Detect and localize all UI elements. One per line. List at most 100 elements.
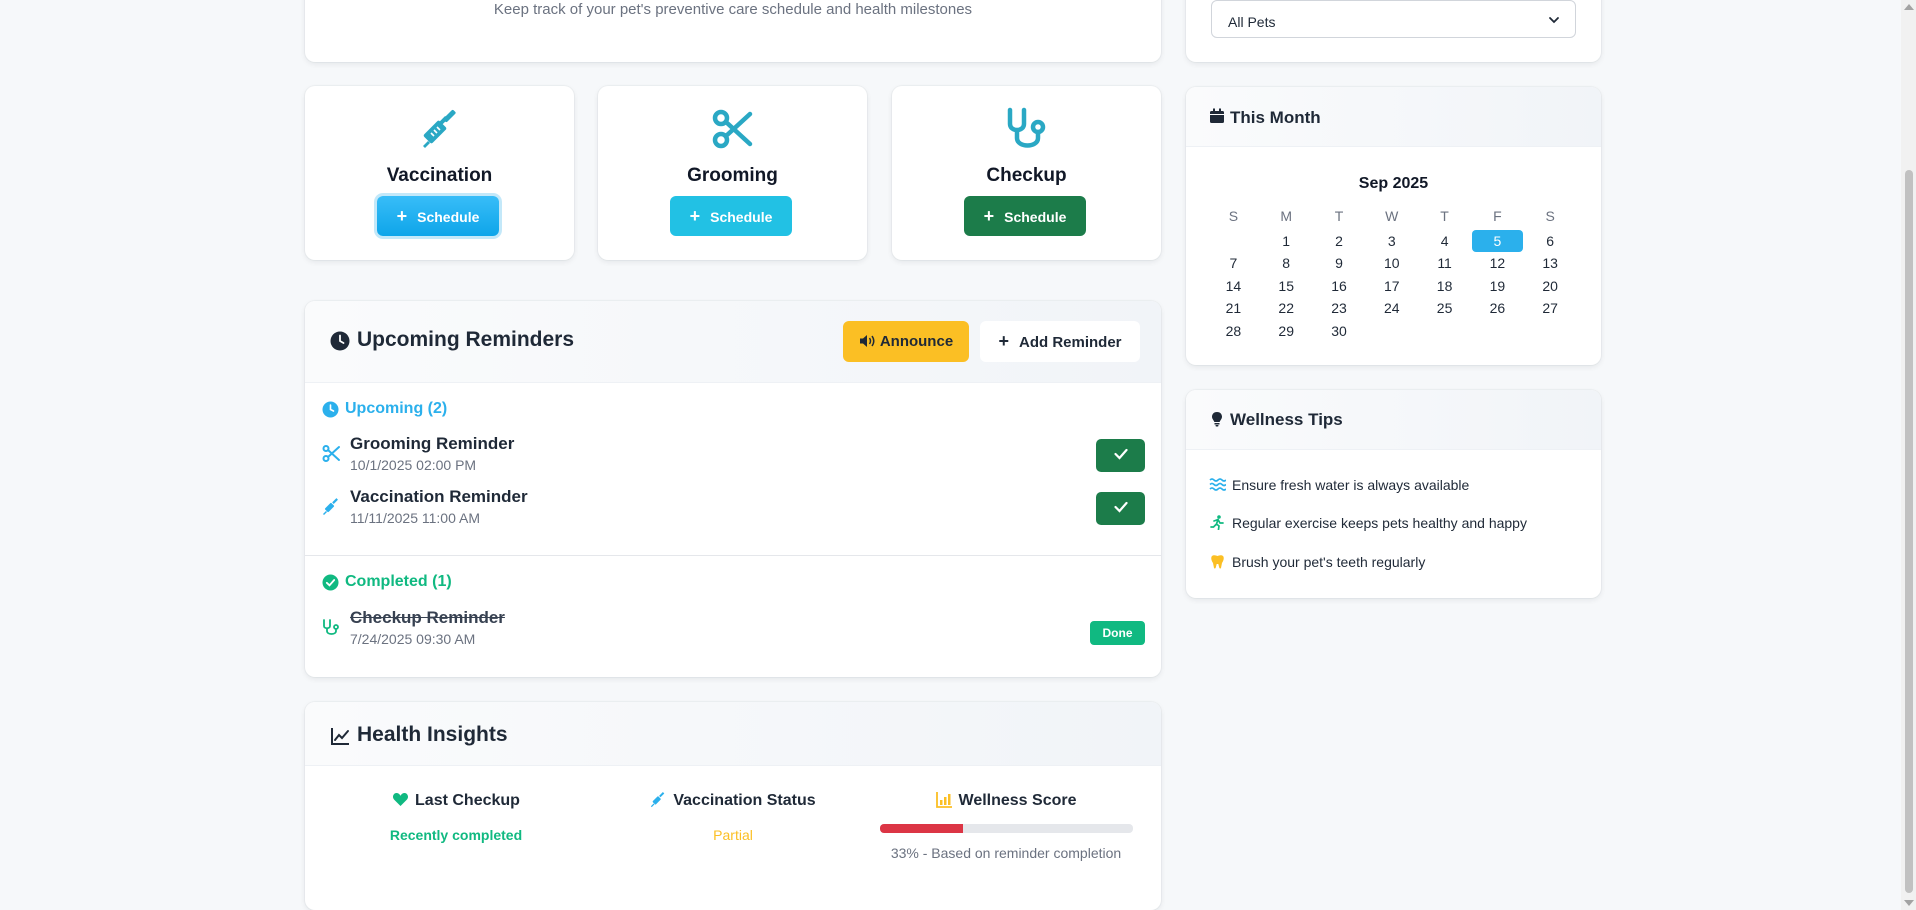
calendar-month: Sep 2025 [1358,175,1429,192]
calendar-day[interactable]: 1 [1260,230,1313,252]
calendar-weekday: T [1440,208,1449,224]
calendar-weekday: M [1280,208,1293,224]
calendar-day[interactable]: 27 [1524,297,1577,319]
calendar-day[interactable]: 6 [1524,230,1577,252]
tips-header: Wellness Tips [1186,390,1601,450]
calendar-weekday: T [1334,208,1344,224]
tip-item: Ensure fresh water is always available [1209,477,1469,493]
schedule-grooming-button[interactable]: + Schedule [670,196,792,236]
grooming-card: Grooming + Schedule [598,86,867,260]
chevron-down-icon [1549,17,1559,24]
reminder-title: Vaccination Reminder [350,487,528,506]
scroll-down-arrow[interactable] [1904,900,1914,906]
add-reminder-button[interactable]: + Add Reminder [980,321,1140,362]
calendar-day[interactable]: 21 [1207,297,1260,319]
calendar-day[interactable]: 16 [1313,275,1366,297]
calendar-day[interactable]: 22 [1260,297,1313,319]
reminder-date: 11/11/2025 11:00 AM [350,510,480,526]
calendar-day[interactable]: 25 [1418,297,1471,319]
running-icon [1210,515,1224,530]
grooming-title: Grooming [687,165,778,186]
calendar-day[interactable]: 11 [1418,252,1471,274]
scrollbar-thumb[interactable] [1905,170,1913,893]
scissors-icon [712,109,753,149]
page-scrollbar[interactable] [1901,0,1916,910]
calendar-day[interactable]: 19 [1471,275,1524,297]
calendar-day[interactable]: 3 [1365,230,1418,252]
health-insights-card: Health Insights Last Checkup Recently co… [305,702,1161,910]
last-checkup-value: Recently completed [389,827,523,843]
lightbulb-icon [1212,412,1222,427]
scissors-icon [322,445,340,462]
insights-header: Health Insights [305,702,1161,766]
bar-chart-icon [935,792,952,808]
calendar-day[interactable]: 24 [1365,297,1418,319]
calendar-day[interactable]: 2 [1313,230,1366,252]
calendar-weekday: S [1545,208,1555,224]
page-subtitle: Keep track of your pet's preventive care… [493,1,973,18]
heart-icon [393,792,409,806]
reminder-title: Grooming Reminder [350,434,515,453]
speaker-icon [859,335,875,347]
calendar-day[interactable]: 8 [1260,252,1313,274]
wellness-score-label: Wellness Score [958,792,1077,809]
calendar-day[interactable]: 30 [1313,320,1366,342]
wellness-progress-bar [879,824,1133,833]
scroll-up-arrow[interactable] [1904,4,1914,10]
upcoming-section-label: Upcoming (2) [345,400,448,417]
vaccination-card: Vaccination + Schedule [305,86,574,260]
pet-filter-select[interactable]: All Pets [1211,0,1576,38]
syringe-icon [423,109,456,148]
checkup-card: Checkup + Schedule [892,86,1161,260]
vaccination-status-label: Vaccination Status [673,792,816,809]
check-circle-icon [322,574,339,591]
clock-icon [330,331,350,351]
calendar-weekday: F [1493,208,1502,224]
line-chart-icon [331,728,349,745]
calendar-day-today[interactable]: 5 [1471,230,1523,253]
completed-section-label: Completed (1) [345,573,452,590]
calendar-day[interactable]: 15 [1260,275,1313,297]
check-icon [1113,448,1128,460]
wellness-score-caption: 33% - Based on reminder completion [890,845,1122,861]
last-checkup-insight: Last Checkup Recently completed [326,791,586,843]
calendar-day[interactable]: 12 [1471,252,1524,274]
vaccination-status-insight: Vaccination Status Partial [603,791,863,843]
tip-text: Brush your pet's teeth regularly [1232,554,1426,570]
tip-item: Regular exercise keeps pets healthy and … [1209,515,1527,531]
complete-reminder-button[interactable] [1096,492,1145,525]
reminder-date: 7/24/2025 09:30 AM [350,631,476,647]
syringe-icon [651,792,665,808]
schedule-checkup-button[interactable]: + Schedule [964,196,1086,236]
wellness-score-insight: Wellness Score 33% - Based on reminder c… [876,791,1136,861]
announce-button[interactable]: Announce [843,321,969,362]
calendar-card: This Month Sep 2025 S M T W T F S 1 2 3 4 5 6 7 8 9 10 11… [1186,87,1601,365]
reminder-date: 10/1/2025 02:00 PM [350,457,477,473]
vaccination-status-value: Partial [713,827,753,843]
calendar-header: This Month [1186,87,1601,147]
done-badge: Done [1090,621,1145,645]
calendar-day[interactable]: 29 [1260,320,1313,342]
calendar-day[interactable]: 10 [1365,252,1418,274]
calendar-day[interactable]: 28 [1207,320,1260,342]
schedule-vaccination-button[interactable]: + Schedule [377,196,499,236]
calendar-day[interactable]: 14 [1207,275,1260,297]
tips-title: Wellness Tips [1230,410,1343,429]
calendar-day[interactable]: 9 [1313,252,1366,274]
calendar-day[interactable]: 20 [1524,275,1577,297]
insights-title: Health Insights [357,723,508,746]
reminders-title: Upcoming Reminders [357,328,575,351]
calendar-day[interactable]: 4 [1418,230,1471,252]
calendar-day[interactable]: 13 [1524,252,1577,274]
calendar-grid: S M T W T F S 1 2 3 4 5 6 7 8 9 10 11 12 13 14 15 16 17 18 19 20 21… [1207,208,1577,342]
complete-reminder-button[interactable] [1096,439,1145,472]
calendar-icon [1210,108,1224,123]
calendar-day[interactable]: 17 [1365,275,1418,297]
reminder-item: Grooming Reminder 10/1/2025 02:00 PM [322,434,1145,480]
calendar-day[interactable]: 23 [1313,297,1366,319]
calendar-day[interactable]: 7 [1207,252,1260,274]
stethoscope-icon [323,619,339,635]
calendar-day[interactable]: 18 [1418,275,1471,297]
calendar-day[interactable]: 26 [1471,297,1524,319]
checkup-title: Checkup [986,165,1067,186]
